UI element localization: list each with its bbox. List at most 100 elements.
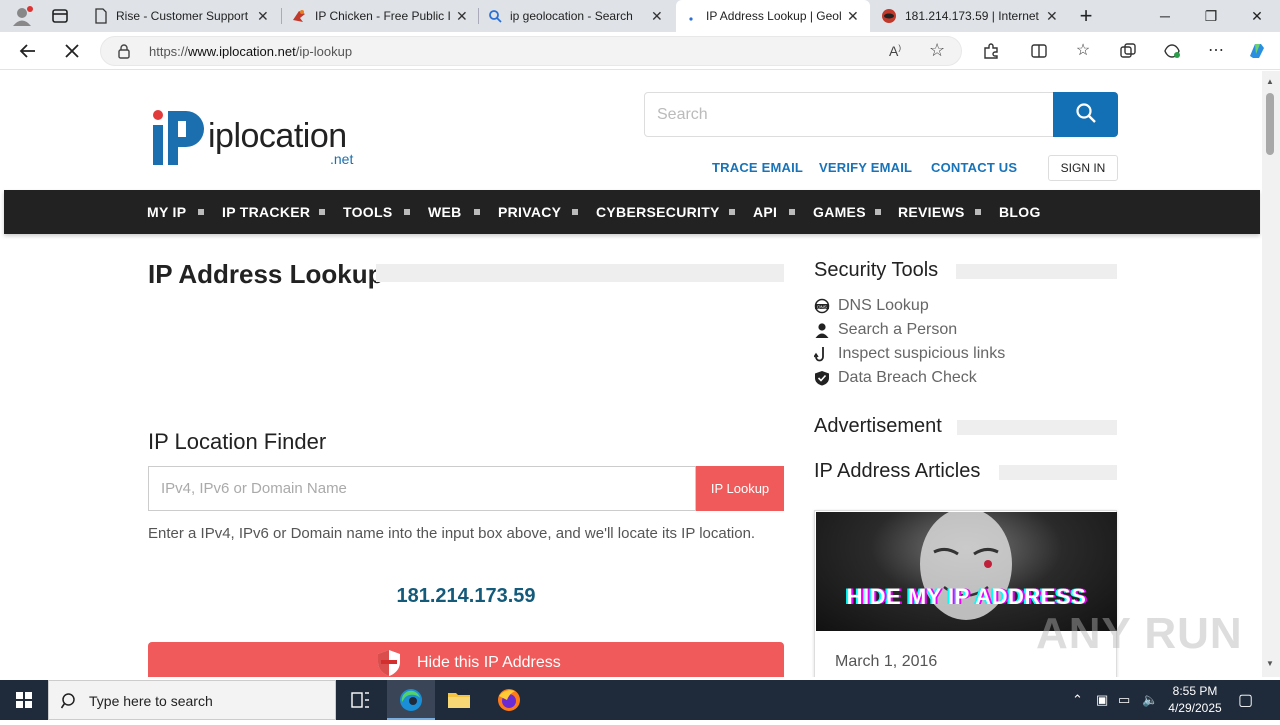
chicken-icon	[291, 8, 307, 24]
stop-loading-icon[interactable]	[58, 38, 86, 64]
url-text: https://www.iplocation.net/ip-lookup	[149, 44, 353, 59]
contact-us-link[interactable]: CONTACT US	[931, 160, 1017, 175]
tab-rise[interactable]: Rise - Customer Support ✕	[86, 0, 280, 32]
tool-search-person[interactable]: Search a Person	[814, 321, 957, 339]
nav-web[interactable]: WEB	[428, 204, 462, 220]
search-icon	[488, 9, 502, 23]
tab-ip-chicken[interactable]: IP Chicken - Free Public I ✕	[283, 0, 477, 32]
main-nav: MY IP IP TRACKER TOOLS WEB PRIVACY CYBER…	[4, 190, 1260, 234]
nav-cybersecurity[interactable]: CYBERSECURITY	[596, 204, 720, 220]
scroll-thumb[interactable]	[1266, 93, 1274, 155]
scroll-up-icon[interactable]: ▲	[1266, 77, 1274, 86]
tab-title: ip geolocation - Search	[510, 9, 633, 23]
tab-title: 181.214.173.59 | Internet	[905, 9, 1039, 23]
ad-divider	[957, 420, 1117, 435]
site-search-input[interactable]	[644, 92, 1054, 137]
notifications-icon[interactable]: ▢	[1238, 690, 1253, 710]
scroll-down-icon[interactable]: ▼	[1266, 659, 1274, 668]
current-ip-address: 181.214.173.59	[396, 585, 536, 607]
ip-lookup-button[interactable]: IP Lookup	[696, 466, 784, 511]
edge-taskbar-icon[interactable]	[387, 680, 435, 720]
nav-reviews[interactable]: REVIEWS	[898, 204, 965, 220]
tab-ipinfo[interactable]: 181.214.173.59 | Internet ✕	[873, 0, 1067, 32]
page-title: IP Address Lookup	[148, 259, 384, 289]
collections-icon[interactable]	[1117, 40, 1139, 62]
shield-check-icon	[814, 370, 830, 386]
task-view-icon[interactable]	[336, 680, 384, 720]
clock-time[interactable]: 8:55 PM	[1162, 684, 1228, 698]
close-icon[interactable]: ✕	[651, 8, 663, 25]
volume-icon[interactable]: 🔈	[1142, 692, 1158, 708]
start-button[interactable]	[0, 680, 48, 720]
tab-bar: Rise - Customer Support ✕ IP Chicken - F…	[0, 0, 1280, 32]
address-bar-row: https://www.iplocation.net/ip-lookup A) …	[0, 32, 1280, 70]
search-icon	[60, 692, 79, 715]
favorites-icon[interactable]: ☆	[1072, 40, 1094, 62]
profile-avatar-icon[interactable]	[10, 5, 34, 27]
nav-blog[interactable]: BLOG	[999, 204, 1041, 220]
nav-ip-tracker[interactable]: IP TRACKER	[222, 204, 310, 220]
nav-privacy[interactable]: PRIVACY	[498, 204, 561, 220]
nav-tools[interactable]: TOOLS	[343, 204, 392, 220]
more-menu-icon[interactable]: ⋯	[1205, 40, 1227, 62]
tab-bing-search[interactable]: ip geolocation - Search ✕	[480, 0, 674, 32]
ipinfo-icon	[881, 8, 897, 24]
split-screen-icon[interactable]	[1028, 40, 1050, 62]
page-scrollbar[interactable]: ▲ ▼	[1262, 71, 1280, 677]
url-bar[interactable]: https://www.iplocation.net/ip-lookup A) …	[100, 36, 962, 66]
copilot-icon[interactable]	[1246, 40, 1268, 62]
file-explorer-icon[interactable]	[435, 680, 483, 720]
extensions-icon[interactable]	[980, 40, 1002, 62]
article-date: March 1, 2016	[835, 653, 938, 670]
logo-text: iplocation	[208, 117, 347, 155]
advertisement-title: Advertisement	[814, 415, 942, 437]
loading-dot-icon	[684, 9, 698, 23]
network-icon[interactable]: ▭	[1118, 692, 1130, 708]
finder-help-text: Enter a IPv4, IPv6 or Domain name into t…	[148, 525, 756, 542]
tray-device-icon[interactable]: ▣	[1096, 692, 1108, 708]
security-tools-title: Security Tools	[814, 259, 939, 281]
watermark: ANY RUN	[1036, 609, 1243, 658]
trace-email-link[interactable]: TRACE EMAIL	[712, 160, 803, 175]
tab-actions-icon[interactable]	[50, 7, 70, 25]
firefox-icon[interactable]	[485, 680, 533, 720]
close-icon[interactable]: ✕	[257, 8, 269, 25]
window-close-icon[interactable]: ✕	[1234, 0, 1280, 32]
close-icon[interactable]: ✕	[1046, 8, 1058, 25]
close-icon[interactable]: ✕	[847, 8, 859, 25]
svg-text:DNS: DNS	[817, 305, 827, 310]
tool-inspect-links[interactable]: Inspect suspicious links	[813, 345, 1005, 363]
nav-api[interactable]: API	[753, 204, 777, 220]
person-icon	[814, 322, 830, 338]
nav-my-ip[interactable]: MY IP	[147, 204, 186, 220]
minimize-icon[interactable]: ─	[1142, 0, 1188, 32]
tab-title: IP Chicken - Free Public I	[315, 9, 450, 23]
sign-in-button[interactable]: SIGN IN	[1048, 155, 1118, 181]
tab-title: IP Address Lookup | Geol	[706, 9, 841, 23]
site-search-button[interactable]	[1053, 92, 1118, 137]
site-logo[interactable]: iplocation .net	[150, 107, 365, 171]
favorite-star-icon[interactable]: ☆	[929, 40, 945, 61]
close-icon[interactable]: ✕	[456, 8, 468, 25]
tab-title: Rise - Customer Support	[116, 9, 249, 23]
verify-email-link[interactable]: VERIFY EMAIL	[819, 160, 912, 175]
page-icon	[94, 8, 108, 24]
hide-ip-button[interactable]: Hide this IP Address	[148, 642, 784, 677]
tray-overflow-icon[interactable]: ⌃	[1072, 692, 1083, 708]
tool-dns-lookup[interactable]: DNS DNS Lookup	[814, 297, 929, 315]
clock-date[interactable]: 4/29/2025	[1162, 701, 1228, 715]
restore-icon[interactable]: ❐	[1188, 0, 1234, 32]
ip-lookup-input[interactable]	[148, 466, 696, 511]
security-divider	[956, 264, 1117, 279]
tool-data-breach[interactable]: Data Breach Check	[814, 369, 977, 387]
new-tab-icon[interactable]: +	[1074, 4, 1098, 28]
lock-icon[interactable]	[117, 43, 131, 59]
browser-essentials-icon[interactable]	[1161, 40, 1183, 62]
nav-games[interactable]: GAMES	[813, 204, 866, 220]
shield-icon	[376, 649, 402, 677]
read-aloud-icon[interactable]: A)	[889, 43, 901, 59]
back-arrow-icon[interactable]	[14, 38, 42, 64]
taskbar-search[interactable]: Type here to search	[48, 680, 336, 720]
dns-icon: DNS	[814, 298, 830, 314]
tab-iplocation[interactable]: IP Address Lookup | Geol ✕	[676, 0, 870, 32]
